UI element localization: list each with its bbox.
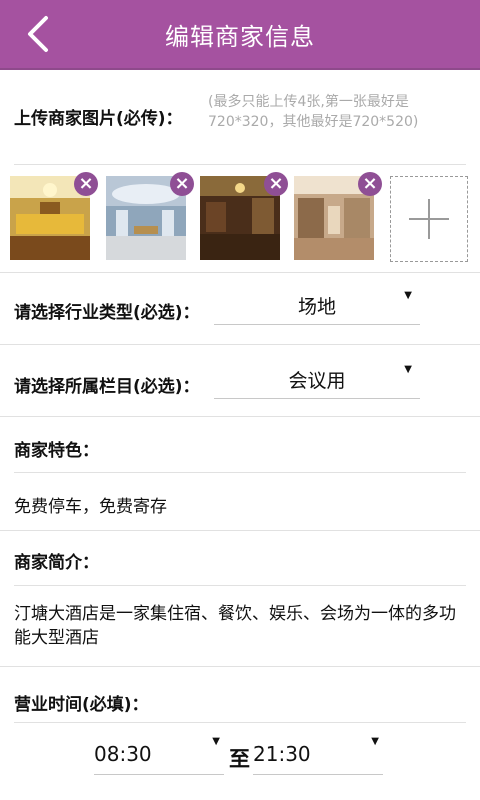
category-select[interactable]: 会议用 ▼ bbox=[214, 364, 420, 399]
divider bbox=[14, 722, 466, 723]
upload-hint: (最多只能上传4张,第一张最好是720*320，其他最好是720*520) bbox=[208, 94, 419, 130]
dropdown-caret-icon: ▼ bbox=[404, 364, 412, 375]
intro-input[interactable]: 汀塘大酒店是一家集住宿、餐饮、娱乐、会场为一体的多功能大型酒店 bbox=[14, 602, 466, 650]
industry-label: 请选择行业类型(必选)： bbox=[14, 303, 200, 323]
remove-image-button[interactable]: × bbox=[74, 172, 98, 196]
end-time-value: 21:30 bbox=[253, 742, 311, 766]
header-bar: 编辑商家信息 bbox=[0, 0, 480, 70]
dropdown-caret-icon: ▼ bbox=[371, 736, 379, 747]
start-time-value: 08:30 bbox=[94, 742, 152, 766]
thumbnail-3[interactable]: × bbox=[200, 172, 288, 260]
upload-images-label: 上传商家图片(必传)： bbox=[14, 109, 183, 129]
industry-select[interactable]: 场地 ▼ bbox=[214, 290, 420, 325]
divider bbox=[14, 585, 466, 586]
time-separator: 至 bbox=[229, 747, 250, 771]
thumbnail-2[interactable]: × bbox=[106, 172, 194, 260]
divider bbox=[0, 666, 480, 667]
end-time-select[interactable]: 21:30 ▼ bbox=[253, 736, 383, 775]
page-title: 编辑商家信息 bbox=[165, 23, 315, 51]
hours-label: 营业时间(必填)： bbox=[14, 695, 149, 715]
dropdown-caret-icon: ▼ bbox=[212, 736, 220, 747]
divider bbox=[0, 272, 480, 273]
divider bbox=[0, 416, 480, 417]
start-time-select[interactable]: 08:30 ▼ bbox=[94, 736, 224, 775]
intro-label: 商家简介： bbox=[14, 553, 99, 573]
category-value: 会议用 bbox=[288, 370, 346, 392]
thumbnail-4[interactable]: × bbox=[294, 172, 382, 260]
dropdown-caret-icon: ▼ bbox=[404, 290, 412, 301]
divider bbox=[14, 472, 466, 473]
features-input[interactable]: 免费停车，免费寄存 bbox=[14, 492, 167, 517]
add-image-button[interactable] bbox=[390, 176, 468, 262]
image-thumbnails: × × × × bbox=[10, 172, 480, 264]
remove-image-button[interactable]: × bbox=[358, 172, 382, 196]
divider bbox=[0, 530, 480, 531]
industry-value: 场地 bbox=[297, 296, 336, 318]
divider bbox=[0, 344, 480, 345]
remove-image-button[interactable]: × bbox=[170, 172, 194, 196]
features-label: 商家特色： bbox=[14, 441, 99, 461]
plus-icon bbox=[409, 199, 449, 239]
thumbnail-1[interactable]: × bbox=[10, 172, 98, 260]
divider bbox=[14, 164, 466, 165]
remove-image-button[interactable]: × bbox=[264, 172, 288, 196]
category-label: 请选择所属栏目(必选)： bbox=[14, 377, 200, 397]
